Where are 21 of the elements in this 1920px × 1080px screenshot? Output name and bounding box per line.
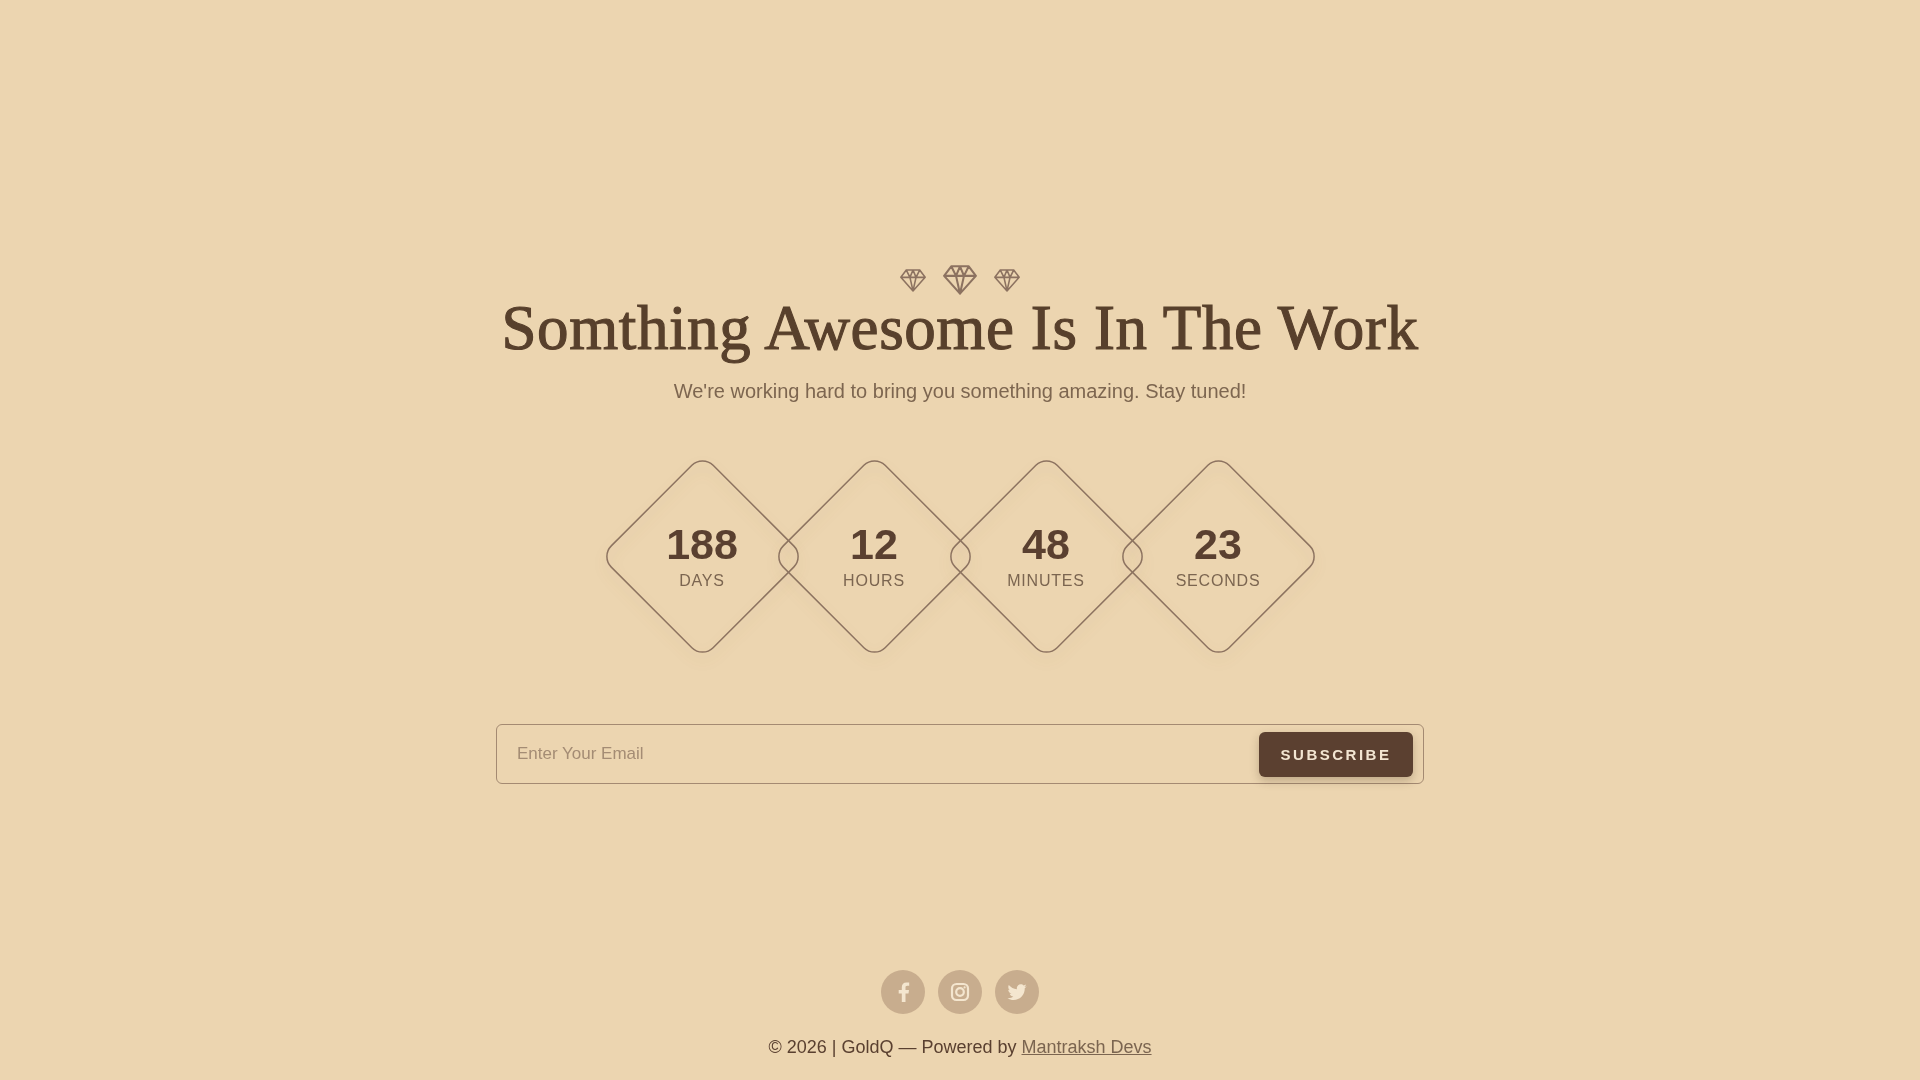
countdown-number: 12 (850, 522, 898, 566)
diamond-icon (994, 268, 1020, 292)
countdown-number: 48 (1022, 522, 1070, 566)
diamond-icon (943, 265, 977, 295)
subscribe-button[interactable]: SUBSCRIBE (1259, 731, 1413, 777)
footer-credits: © 2026 | GoldQ — Powered by Mantraksh Devs (768, 1036, 1152, 1059)
footer-link[interactable]: Mantraksh Devs (1021, 1037, 1152, 1057)
countdown-label: DAYS (679, 571, 725, 591)
page-subtitle: We're working hard to bring you something amazing. Stay tuned! (672, 379, 1248, 404)
countdown-number: 188 (666, 522, 738, 566)
facebook-icon[interactable] (881, 970, 925, 1014)
countdown-label: HOURS (843, 571, 905, 591)
countdown-number: 23 (1194, 522, 1242, 566)
twitter-icon[interactable] (995, 970, 1039, 1014)
subscribe-form[interactable]: Enter Your Email SUBSCRIBE (496, 724, 1424, 784)
instagram-icon[interactable] (938, 970, 982, 1014)
countdown-label: SECONDS (1175, 571, 1261, 591)
email-field[interactable]: Enter Your Email (497, 725, 1259, 783)
countdown-label: MINUTES (1007, 571, 1085, 591)
page-title: Somthing Awesome Is In The Work (501, 295, 1419, 361)
diamond-icon (900, 268, 926, 292)
